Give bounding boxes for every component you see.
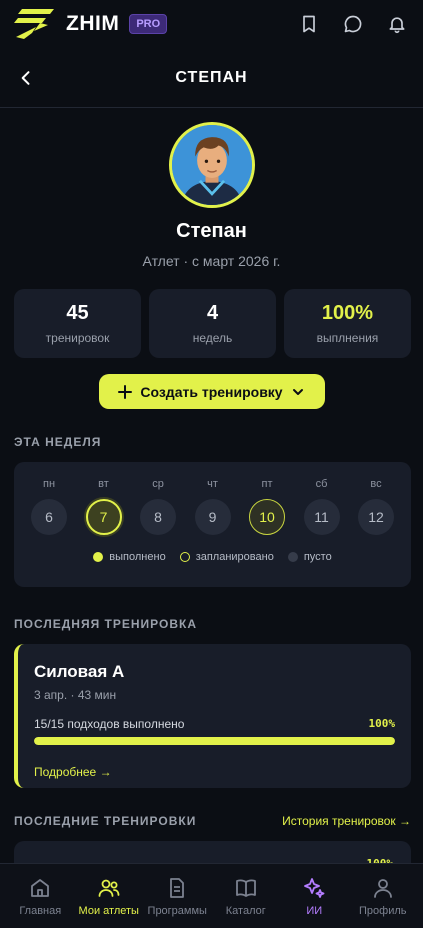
stat-label: тренировок xyxy=(45,331,110,345)
legend-dot-done xyxy=(93,552,104,562)
recent-workouts-header: ПОСЛЕДНИЕ ТРЕНИРОВКИ История тренировок … xyxy=(0,814,423,828)
day-name: ср xyxy=(152,478,164,490)
stats-row: 45 тренировок 4 недель 100% выплнения xyxy=(0,289,423,358)
progress-bar xyxy=(34,737,395,745)
stat-value: 45 xyxy=(66,302,89,324)
workout-meta: 3 апр. · 43 мин xyxy=(34,688,117,702)
day-name: вт xyxy=(98,478,109,490)
avatar-illustration xyxy=(171,125,252,205)
tab-label: ИИ xyxy=(306,905,323,917)
progress-text: 15/15 подходов выполнено xyxy=(34,717,185,731)
day-sat[interactable]: сб 11 xyxy=(303,478,341,535)
tab-profile[interactable]: Профиль xyxy=(349,864,418,928)
day-name: пн xyxy=(42,478,56,490)
day-name: сб xyxy=(315,478,328,490)
pro-badge: PRO xyxy=(129,14,168,34)
legend-dot-planned xyxy=(179,552,190,562)
stat-label: выплнения xyxy=(316,331,379,345)
stat-value: 100% xyxy=(321,302,374,324)
sparkles-icon xyxy=(304,878,325,898)
day-sun[interactable]: вс 12 xyxy=(357,478,395,535)
avatar xyxy=(168,122,255,208)
legend-empty: пусто xyxy=(287,551,332,563)
tab-home[interactable]: Главная xyxy=(6,864,75,928)
day-number: 11 xyxy=(303,499,340,535)
stat-value: 4 xyxy=(206,302,219,324)
day-number: 9 xyxy=(194,499,231,535)
athlete-profile: Степан Атлет · с март 2026 г. xyxy=(0,108,423,269)
page-title: СТЕПАН xyxy=(175,68,248,86)
stat-completion: 100% выплнения xyxy=(284,289,411,358)
nav-bar: СТЕПАН xyxy=(0,48,423,108)
athlete-subtitle: Атлет · с март 2026 г. xyxy=(142,253,281,269)
last-workout-card[interactable]: Силовая А 3 апр. · 43 мин 15/15 подходов… xyxy=(14,644,411,788)
legend-planned: запланировано xyxy=(179,551,274,563)
create-workout-button[interactable]: Создать тренировку xyxy=(98,374,325,409)
create-workout-label: Создать тренировку xyxy=(140,383,283,400)
brand-name: ZHIM xyxy=(66,12,120,35)
day-name: вс xyxy=(370,478,382,490)
chevron-down-icon xyxy=(292,388,303,395)
day-number: 6 xyxy=(31,499,67,535)
chat-icon[interactable] xyxy=(343,14,363,34)
legend-label: запланировано xyxy=(195,551,274,563)
bookmark-icon[interactable] xyxy=(299,14,319,34)
progress-row: 15/15 подходов выполнено 100% xyxy=(34,717,395,731)
week-days: пн 6 вт 7 ср 8 чт 9 пт 10 сб 11 вс 12 xyxy=(30,478,395,535)
tab-my-athletes[interactable]: Мои атлеты xyxy=(75,864,144,928)
day-thu[interactable]: чт 9 xyxy=(194,478,232,535)
day-number: 10 xyxy=(249,499,285,535)
bottom-tab-bar: Главная Мои атлеты Программы Каталог ИИ … xyxy=(0,863,423,928)
progress-fill xyxy=(34,737,395,745)
legend-label: пусто xyxy=(303,551,332,563)
day-fri[interactable]: пт 10 xyxy=(248,478,286,535)
document-icon xyxy=(170,878,185,898)
tab-catalog[interactable]: Каталог xyxy=(212,864,281,928)
week-card: пн 6 вт 7 ср 8 чт 9 пт 10 сб 11 вс 12 вы… xyxy=(14,462,411,587)
bell-icon[interactable] xyxy=(387,14,407,34)
home-icon xyxy=(31,879,50,897)
tab-ai[interactable]: ИИ xyxy=(280,864,349,928)
recent-section-title: ПОСЛЕДНИЕ ТРЕНИРОВКИ xyxy=(14,814,197,828)
day-mon[interactable]: пн 6 xyxy=(30,478,68,535)
progress-percent: 100% xyxy=(368,717,396,730)
brand[interactable]: ZHIM PRO xyxy=(14,7,168,41)
day-number: 12 xyxy=(358,499,394,535)
day-wed[interactable]: ср 8 xyxy=(139,478,177,535)
back-arrow-icon[interactable] xyxy=(16,68,36,88)
zhim-logo-icon xyxy=(14,9,54,39)
day-number: 7 xyxy=(85,499,122,535)
top-actions xyxy=(299,14,407,34)
user-icon xyxy=(373,879,392,898)
stat-weeks: 4 недель xyxy=(149,289,276,358)
day-number: 8 xyxy=(140,499,176,535)
week-legend: выполнено запланировано пусто xyxy=(30,551,395,563)
last-workout-section-title: ПОСЛЕДНЯЯ ТРЕНИРОВКА xyxy=(14,617,198,631)
create-wrap: Создать тренировку xyxy=(0,374,423,409)
tab-label: Каталог xyxy=(225,905,266,917)
tab-programs[interactable]: Программы xyxy=(143,864,212,928)
stat-workouts: 45 тренировок xyxy=(14,289,141,358)
top-bar: ZHIM PRO xyxy=(0,0,423,48)
book-icon xyxy=(235,879,256,897)
workout-name: Силовая А xyxy=(34,662,125,681)
history-link[interactable]: История тренировок → xyxy=(282,814,411,828)
details-link[interactable]: Подробнее → xyxy=(34,765,112,779)
week-section-title: ЭТА НЕДЕЛЯ xyxy=(14,435,102,449)
athlete-name: Степан xyxy=(176,220,247,242)
tab-label: Мои атлеты xyxy=(78,905,139,917)
users-icon xyxy=(98,879,120,897)
legend-done: выполнено xyxy=(93,551,166,563)
legend-dot-empty xyxy=(287,552,298,562)
day-name: пт xyxy=(261,478,273,490)
tab-label: Программы xyxy=(147,905,207,917)
plus-icon xyxy=(118,384,133,399)
tab-label: Главная xyxy=(19,905,62,917)
tab-label: Профиль xyxy=(359,905,407,917)
day-name: чт xyxy=(207,478,218,490)
day-tue[interactable]: вт 7 xyxy=(85,478,123,535)
legend-label: выполнено xyxy=(109,551,166,563)
stat-label: недель xyxy=(192,331,233,345)
